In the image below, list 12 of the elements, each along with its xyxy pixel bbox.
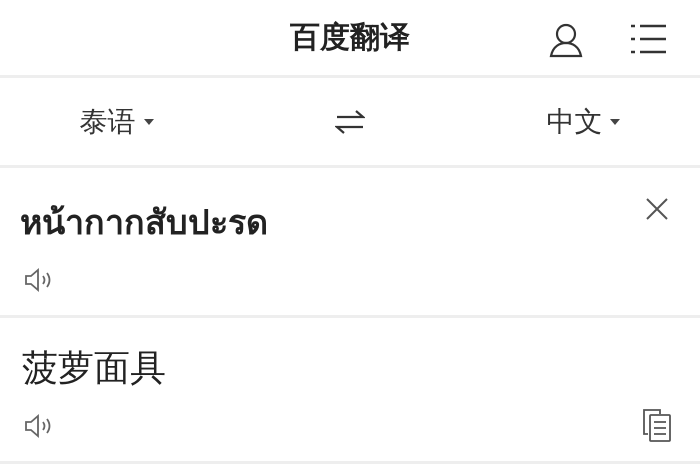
caret-icon bbox=[610, 118, 620, 124]
menu-icon[interactable] bbox=[630, 24, 666, 54]
source-language-dropdown[interactable]: 泰语 bbox=[0, 100, 234, 142]
target-language-dropdown[interactable]: 中文 bbox=[466, 100, 700, 142]
app-title: 百度翻译 bbox=[290, 19, 410, 57]
user-icon[interactable] bbox=[548, 22, 584, 58]
caret-icon bbox=[144, 118, 154, 124]
translated-text: 菠萝面具 bbox=[22, 348, 166, 389]
copy-icon[interactable] bbox=[642, 408, 672, 442]
swap-icon[interactable] bbox=[334, 108, 365, 134]
close-icon[interactable] bbox=[646, 198, 668, 220]
source-text: หน้ากากสับปะรด bbox=[20, 203, 268, 243]
